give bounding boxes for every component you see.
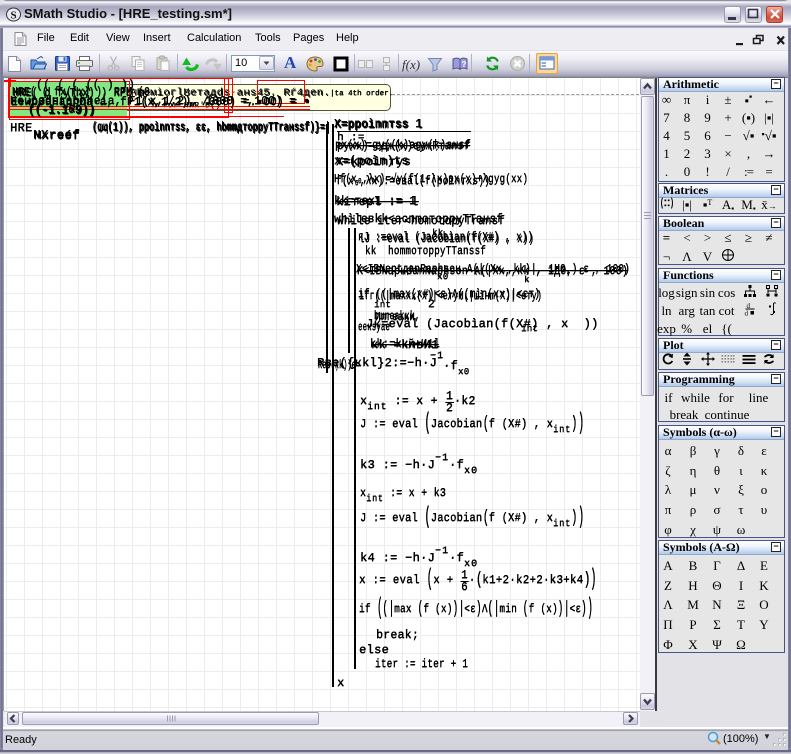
svg-text:S: S bbox=[10, 10, 16, 22]
svg-text:d: d bbox=[745, 310, 749, 317]
svg-text:?: ? bbox=[462, 60, 467, 69]
